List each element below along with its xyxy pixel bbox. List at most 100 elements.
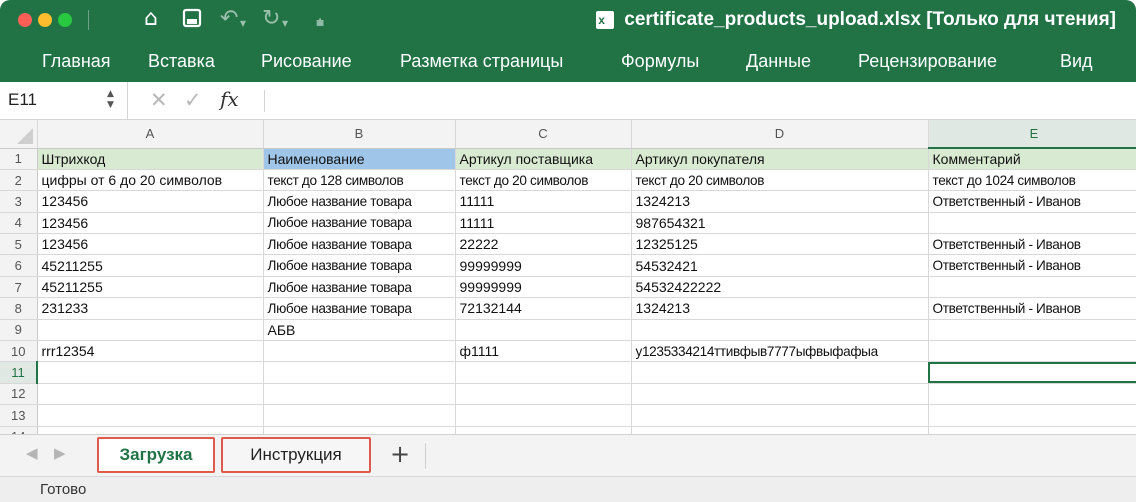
insert-function-icon[interactable]: fx <box>220 87 239 111</box>
cell-b10[interactable] <box>263 340 456 363</box>
cell-b13[interactable] <box>263 404 456 427</box>
row-header[interactable]: 1 <box>0 148 38 170</box>
column-header-a[interactable]: A <box>37 120 264 149</box>
row-header[interactable]: 4 <box>0 212 38 235</box>
cell-d7[interactable]: 54532422222 <box>631 276 929 299</box>
cell-c14[interactable] <box>455 426 632 434</box>
cell-c13[interactable] <box>455 404 632 427</box>
cell-b5[interactable]: Любое название товара <box>263 233 456 256</box>
cell-d13[interactable] <box>631 404 929 427</box>
cell-c12[interactable] <box>455 383 632 406</box>
cell-d6[interactable]: 54532421 <box>631 254 929 277</box>
cell-b1[interactable]: Наименование <box>263 148 456 170</box>
row-header-selected[interactable]: 11 <box>0 361 38 384</box>
formula-input[interactable] <box>272 86 1122 116</box>
cell-a7[interactable]: 45211255 <box>37 276 264 299</box>
undo-dropdown-icon[interactable]: ▾ <box>240 8 246 38</box>
cell-d3[interactable]: 1324213 <box>631 190 929 213</box>
active-cell-e11[interactable] <box>927 361 1136 384</box>
cell-d8[interactable]: 1324213 <box>631 297 929 320</box>
cell-b11[interactable] <box>263 361 456 384</box>
cell-d2[interactable]: текст до 20 символов <box>631 169 929 192</box>
cell-e1[interactable]: Комментарий <box>927 148 1136 170</box>
cell-c1[interactable]: Артикул поставщика <box>455 148 632 170</box>
redo-icon[interactable]: ↻ <box>262 4 280 34</box>
row-header[interactable]: 12 <box>0 383 38 406</box>
cell-a11[interactable] <box>37 361 264 384</box>
cell-d4[interactable]: 987654321 <box>631 212 929 235</box>
save-icon[interactable] <box>182 7 202 37</box>
cancel-formula-icon[interactable]: ✕ <box>150 88 168 112</box>
row-header[interactable]: 8 <box>0 297 38 320</box>
cell-a13[interactable] <box>37 404 264 427</box>
cell-d9[interactable] <box>631 319 929 342</box>
column-header-d[interactable]: D <box>631 120 929 149</box>
cell-e4[interactable] <box>927 212 1136 235</box>
cell-d11[interactable] <box>631 361 929 384</box>
cell-b9[interactable]: АБВ <box>263 319 456 342</box>
row-header[interactable]: 7 <box>0 276 38 299</box>
tab-review[interactable]: Рецензирование <box>858 40 997 82</box>
name-box[interactable]: E11 ▲ ▼ <box>0 82 128 120</box>
column-header-e[interactable]: E <box>928 120 1136 149</box>
cell-d12[interactable] <box>631 383 929 406</box>
cell-b8[interactable]: Любое название товара <box>263 297 456 320</box>
zoom-window-button[interactable] <box>58 13 72 27</box>
cell-e12[interactable] <box>927 383 1136 406</box>
tab-view[interactable]: Вид <box>1060 40 1093 82</box>
customize-dropdown-icon[interactable]: ⩧ <box>316 8 324 38</box>
name-box-stepper-icon[interactable]: ▲ ▼ <box>107 89 114 111</box>
row-header[interactable]: 3 <box>0 190 38 213</box>
cell-a10[interactable]: rrr12354 <box>37 340 264 363</box>
cell-d5[interactable]: 12325125 <box>631 233 929 256</box>
cell-e7[interactable] <box>927 276 1136 299</box>
cell-a6[interactable]: 45211255 <box>37 254 264 277</box>
cell-a9[interactable] <box>37 319 264 342</box>
tab-data[interactable]: Данные <box>746 40 811 82</box>
cell-b2[interactable]: текст до 128 символов <box>263 169 456 192</box>
row-header[interactable]: 10 <box>0 340 38 363</box>
cell-e2[interactable]: текст до 1024 символов <box>927 169 1136 192</box>
cell-d1[interactable]: Артикул покупателя <box>631 148 929 170</box>
redo-dropdown-icon[interactable]: ▾ <box>282 8 288 38</box>
cell-a8[interactable]: 231233 <box>37 297 264 320</box>
cell-c2[interactable]: текст до 20 символов <box>455 169 632 192</box>
cell-c10[interactable]: ф1111 <box>455 340 632 363</box>
cell-e9[interactable] <box>927 319 1136 342</box>
cell-e8[interactable]: Ответственный - Иванов <box>927 297 1136 320</box>
close-window-button[interactable] <box>18 13 32 27</box>
add-sheet-button[interactable]: + <box>386 437 414 473</box>
row-header[interactable]: 13 <box>0 404 38 427</box>
previous-sheet-icon[interactable]: ◀ <box>26 444 38 462</box>
cell-a2[interactable]: цифры от 6 до 20 символов <box>37 169 264 192</box>
row-header[interactable]: 9 <box>0 319 38 342</box>
cell-b6[interactable]: Любое название товара <box>263 254 456 277</box>
column-header-b[interactable]: B <box>263 120 456 149</box>
cell-c8[interactable]: 72132144 <box>455 297 632 320</box>
cell-c9[interactable] <box>455 319 632 342</box>
cell-e10[interactable] <box>927 340 1136 363</box>
next-sheet-icon[interactable]: ▶ <box>54 444 66 462</box>
cell-b12[interactable] <box>263 383 456 406</box>
cell-c4[interactable]: 11111 <box>455 212 632 235</box>
cell-a5[interactable]: 123456 <box>37 233 264 256</box>
cell-a12[interactable] <box>37 383 264 406</box>
cell-c7[interactable]: 99999999 <box>455 276 632 299</box>
cell-a1[interactable]: Штрихкод <box>37 148 264 170</box>
cell-b3[interactable]: Любое название товара <box>263 190 456 213</box>
cell-e5[interactable]: Ответственный - Иванов <box>927 233 1136 256</box>
cell-c3[interactable]: 11111 <box>455 190 632 213</box>
cell-e3[interactable]: Ответственный - Иванов <box>927 190 1136 213</box>
select-all-corner[interactable] <box>0 120 38 149</box>
cell-b14[interactable] <box>263 426 456 434</box>
tab-formulas[interactable]: Формулы <box>621 40 699 82</box>
cell-e6[interactable]: Ответственный - Иванов <box>927 254 1136 277</box>
cell-e14[interactable] <box>927 426 1136 434</box>
cell-d14[interactable] <box>631 426 929 434</box>
cell-e13[interactable] <box>927 404 1136 427</box>
tab-insert[interactable]: Вставка <box>148 40 215 82</box>
undo-icon[interactable]: ↶ <box>220 4 238 34</box>
confirm-formula-icon[interactable]: ✓ <box>184 88 202 112</box>
cell-b7[interactable]: Любое название товара <box>263 276 456 299</box>
column-header-c[interactable]: C <box>455 120 632 149</box>
